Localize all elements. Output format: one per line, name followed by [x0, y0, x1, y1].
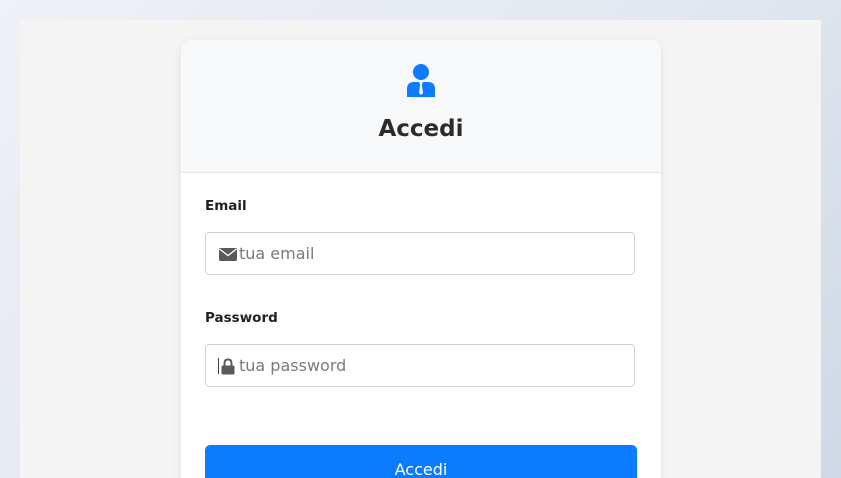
password-input-box[interactable]: [205, 344, 635, 387]
password-field[interactable]: [239, 345, 619, 386]
email-field[interactable]: [239, 233, 619, 274]
login-card-header: Accedi: [181, 40, 661, 173]
page-title: Accedi: [378, 116, 464, 142]
login-card: Accedi Email Password Accedi: [181, 40, 661, 478]
envelope-icon: [219, 248, 237, 261]
user-tie-icon: [407, 64, 435, 97]
email-input-box[interactable]: [205, 232, 635, 275]
page-background: Accedi Email Password Accedi: [20, 20, 821, 478]
text-caret: [218, 358, 219, 374]
lock-icon: [221, 358, 235, 375]
email-label: Email: [205, 198, 247, 214]
login-button[interactable]: Accedi: [205, 445, 637, 478]
password-label: Password: [205, 310, 278, 326]
